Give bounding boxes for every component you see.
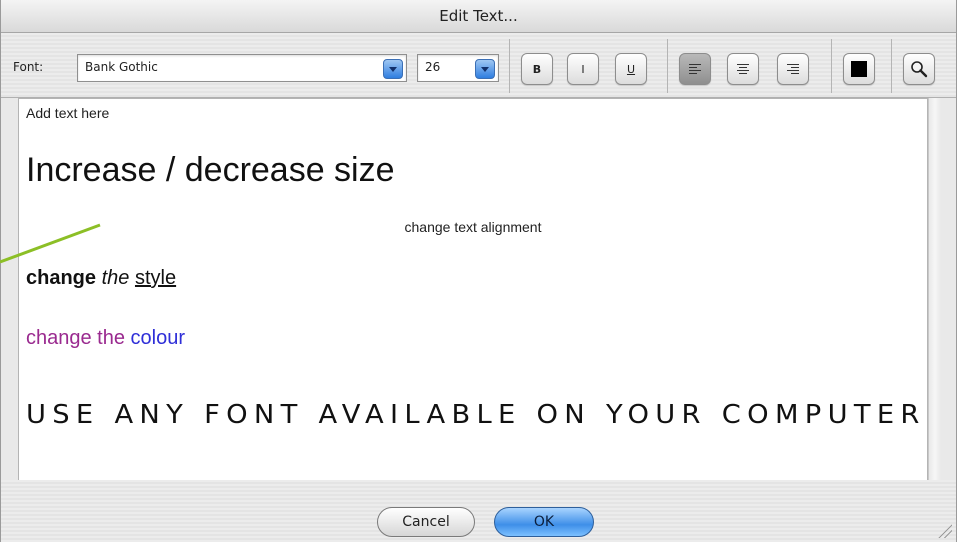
resize-grip-icon[interactable] (938, 524, 952, 538)
text-line-style: change the style (26, 267, 176, 290)
font-size-select[interactable]: 26 (417, 54, 499, 82)
text-editor-area[interactable]: Add text here Increase / decrease size c… (18, 98, 928, 482)
font-select-value: Bank Gothic (85, 60, 158, 74)
toolbar-divider (667, 39, 668, 93)
underlined-word: style (134, 267, 177, 289)
text-line-colour: change the colour (26, 327, 185, 350)
text-color-button[interactable] (843, 53, 875, 85)
color-swatch (851, 61, 867, 77)
align-left-icon (689, 64, 701, 74)
align-center-button[interactable] (727, 53, 759, 85)
purple-text: change the (26, 327, 131, 349)
text-line-size: Increase / decrease size (26, 151, 395, 189)
window-title: Edit Text... (439, 7, 518, 25)
edit-text-window: Edit Text... Font: Bank Gothic 26 B I U (0, 0, 957, 542)
align-center-icon (737, 64, 749, 74)
bold-word: change (26, 267, 97, 289)
underline-button[interactable]: U (615, 53, 647, 85)
italic-button[interactable]: I (567, 53, 599, 85)
toolbar-divider (891, 39, 892, 93)
title-bar[interactable]: Edit Text... (1, 0, 956, 33)
font-size-value: 26 (425, 60, 441, 74)
blue-text: colour (130, 327, 186, 349)
vertical-scrollbar[interactable] (928, 98, 941, 480)
text-line-add-text: Add text here (26, 105, 110, 121)
chevron-down-icon[interactable] (383, 59, 403, 79)
magnifier-icon (911, 61, 928, 78)
bold-button[interactable]: B (521, 53, 553, 85)
chevron-down-icon[interactable] (475, 59, 495, 79)
toolbar-divider (509, 39, 510, 93)
italic-word: the (101, 267, 130, 289)
text-line-alignment: change text alignment (404, 219, 542, 235)
ok-button[interactable]: OK (494, 507, 594, 537)
font-label: Font: (13, 60, 44, 74)
formatting-toolbar: Font: Bank Gothic 26 B I U (1, 33, 956, 98)
text-line-font: USE ANY FONT AVAILABLE ON YOUR COMPUTER (26, 397, 927, 430)
align-right-button[interactable] (777, 53, 809, 85)
toolbar-divider (831, 39, 832, 93)
font-select[interactable]: Bank Gothic (77, 54, 407, 82)
dialog-footer: Cancel OK (1, 480, 956, 542)
align-left-button[interactable] (679, 53, 711, 85)
bank-gothic-text: USE ANY FONT AVAILABLE ON YOUR COMPUTER (26, 400, 926, 430)
cancel-button[interactable]: Cancel (377, 507, 475, 537)
align-right-icon (787, 64, 799, 74)
zoom-button[interactable] (903, 53, 935, 85)
